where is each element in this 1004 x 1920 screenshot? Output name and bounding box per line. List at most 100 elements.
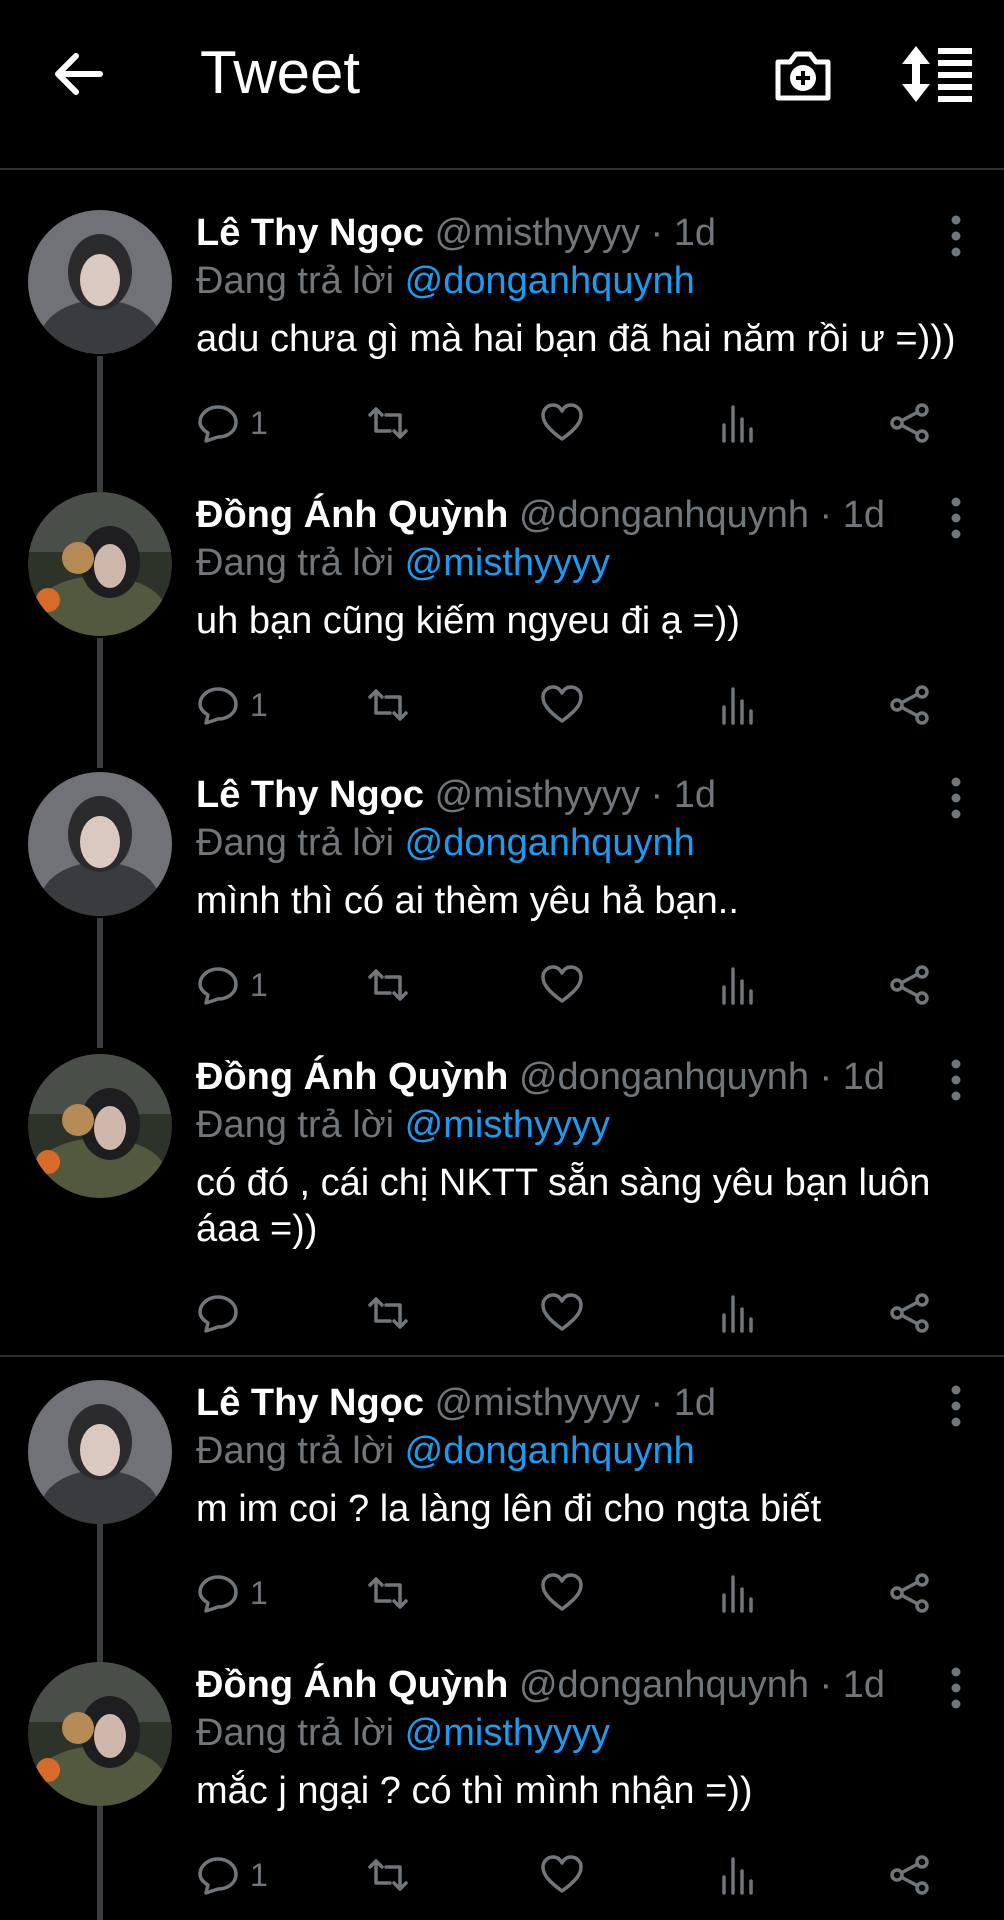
tweet-actions: 1 xyxy=(196,398,936,448)
retweet-button[interactable] xyxy=(366,1288,410,1338)
like-icon xyxy=(541,685,583,723)
analytics-button[interactable] xyxy=(716,680,760,730)
author-name[interactable]: Đồng Ánh Quỳnh xyxy=(196,1664,508,1706)
tweet-text: mình thì có ai thèm yêu hả bạn.. xyxy=(196,880,739,922)
replying-to: Đang trả lời @misthyyyy xyxy=(196,1104,611,1146)
retweet-icon xyxy=(368,1577,408,1609)
like-button[interactable] xyxy=(540,960,584,1010)
back-arrow-icon[interactable] xyxy=(48,44,108,104)
analytics-button[interactable] xyxy=(716,1288,760,1338)
thread-line xyxy=(97,1524,103,1664)
avatar[interactable] xyxy=(28,772,172,916)
reply-button[interactable]: 1 xyxy=(196,680,268,730)
share-button[interactable] xyxy=(888,1568,932,1618)
share-button[interactable] xyxy=(888,680,932,730)
like-button[interactable] xyxy=(540,1850,584,1900)
reply-icon xyxy=(198,1295,238,1333)
reply-mention[interactable]: @donganhquynh xyxy=(405,1430,695,1472)
share-button[interactable] xyxy=(888,1288,932,1338)
tweet-actions xyxy=(196,1288,936,1338)
more-vertical-icon[interactable] xyxy=(946,1384,966,1428)
reply-icon xyxy=(198,687,238,725)
like-icon xyxy=(541,403,583,441)
reply-icon xyxy=(198,967,238,1005)
reply-button[interactable]: 1 xyxy=(196,1850,268,1900)
sort-icon[interactable] xyxy=(900,44,974,104)
retweet-icon xyxy=(368,969,408,1001)
analytics-button[interactable] xyxy=(716,1850,760,1900)
camera-plus-icon[interactable] xyxy=(772,44,834,106)
reply-button[interactable] xyxy=(196,1288,250,1338)
reply-icon xyxy=(198,1575,238,1613)
like-button[interactable] xyxy=(540,398,584,448)
share-icon xyxy=(890,965,929,1005)
thread-line xyxy=(97,918,103,1048)
analytics-button[interactable] xyxy=(716,1568,760,1618)
reply-mention[interactable]: @donganhquynh xyxy=(405,260,695,302)
thread-line xyxy=(97,1806,103,1920)
author-handle: @donganhquynh · 1d xyxy=(518,494,886,536)
author-name[interactable]: Lê Thy Ngọc xyxy=(196,774,424,816)
analytics-button[interactable] xyxy=(716,398,760,448)
like-button[interactable] xyxy=(540,1568,584,1618)
more-vertical-icon[interactable] xyxy=(946,214,966,258)
share-icon xyxy=(890,1855,929,1895)
share-icon xyxy=(890,1573,929,1613)
author-name[interactable]: Đồng Ánh Quỳnh xyxy=(196,1056,508,1098)
retweet-button[interactable] xyxy=(366,1850,410,1900)
analytics-icon xyxy=(722,967,753,1005)
avatar[interactable] xyxy=(28,1054,172,1198)
tweet-text: mắc j ngại ? có thì mình nhận =)) xyxy=(196,1770,753,1812)
reply-button[interactable]: 1 xyxy=(196,1568,268,1618)
avatar[interactable] xyxy=(28,210,172,354)
retweet-icon xyxy=(368,689,408,721)
analytics-icon xyxy=(722,1857,753,1895)
more-vertical-icon[interactable] xyxy=(946,496,966,540)
more-vertical-icon[interactable] xyxy=(946,776,966,820)
author-name[interactable]: Lê Thy Ngọc xyxy=(196,212,424,254)
page-title: Tweet xyxy=(200,39,361,106)
author-handle: @misthyyyy · 1d xyxy=(434,212,716,254)
replying-to: Đang trả lời @donganhquynh xyxy=(196,1430,695,1472)
author-name[interactable]: Đồng Ánh Quỳnh xyxy=(196,494,508,536)
share-button[interactable] xyxy=(888,398,932,448)
author-handle: @misthyyyy · 1d xyxy=(434,1382,716,1424)
replying-to: Đang trả lời @donganhquynh xyxy=(196,260,695,302)
more-vertical-icon[interactable] xyxy=(946,1058,966,1102)
retweet-icon xyxy=(368,1859,408,1891)
thread-line xyxy=(97,638,103,768)
retweet-button[interactable] xyxy=(366,1568,410,1618)
analytics-icon xyxy=(722,687,753,725)
share-button[interactable] xyxy=(888,960,932,1010)
reply-mention[interactable]: @misthyyyy xyxy=(405,1712,610,1754)
author-name[interactable]: Lê Thy Ngọc xyxy=(196,1382,424,1424)
reply-mention[interactable]: @donganhquynh xyxy=(405,822,695,864)
retweet-button[interactable] xyxy=(366,398,410,448)
thread-separator xyxy=(0,1355,1004,1357)
more-vertical-icon[interactable] xyxy=(946,1666,966,1710)
like-icon xyxy=(541,1855,583,1893)
top-bar: Tweet xyxy=(0,0,1004,170)
analytics-button[interactable] xyxy=(716,960,760,1010)
tweet-text: có đó , cái chị NKTT sẵn sàng yêu bạn lu… xyxy=(196,1162,931,1250)
reply-button[interactable]: 1 xyxy=(196,960,268,1010)
reply-count: 1 xyxy=(250,686,268,723)
analytics-icon xyxy=(722,405,753,443)
tweet-text: uh bạn cũng kiếm ngyeu đi ạ =)) xyxy=(196,600,740,642)
retweet-button[interactable] xyxy=(366,960,410,1010)
reply-mention[interactable]: @misthyyyy xyxy=(405,1104,610,1146)
avatar[interactable] xyxy=(28,1662,172,1806)
analytics-icon xyxy=(722,1295,753,1333)
reply-mention[interactable]: @misthyyyy xyxy=(405,542,610,584)
like-button[interactable] xyxy=(540,1288,584,1338)
like-button[interactable] xyxy=(540,680,584,730)
avatar[interactable] xyxy=(28,1380,172,1524)
reply-button[interactable]: 1 xyxy=(196,398,268,448)
retweet-button[interactable] xyxy=(366,680,410,730)
replying-to: Đang trả lời @donganhquynh xyxy=(196,822,695,864)
tweet-actions: 1 xyxy=(196,1568,936,1618)
reply-icon xyxy=(198,405,238,443)
share-button[interactable] xyxy=(888,1850,932,1900)
replying-to: Đang trả lời @misthyyyy xyxy=(196,1712,611,1754)
avatar[interactable] xyxy=(28,492,172,636)
